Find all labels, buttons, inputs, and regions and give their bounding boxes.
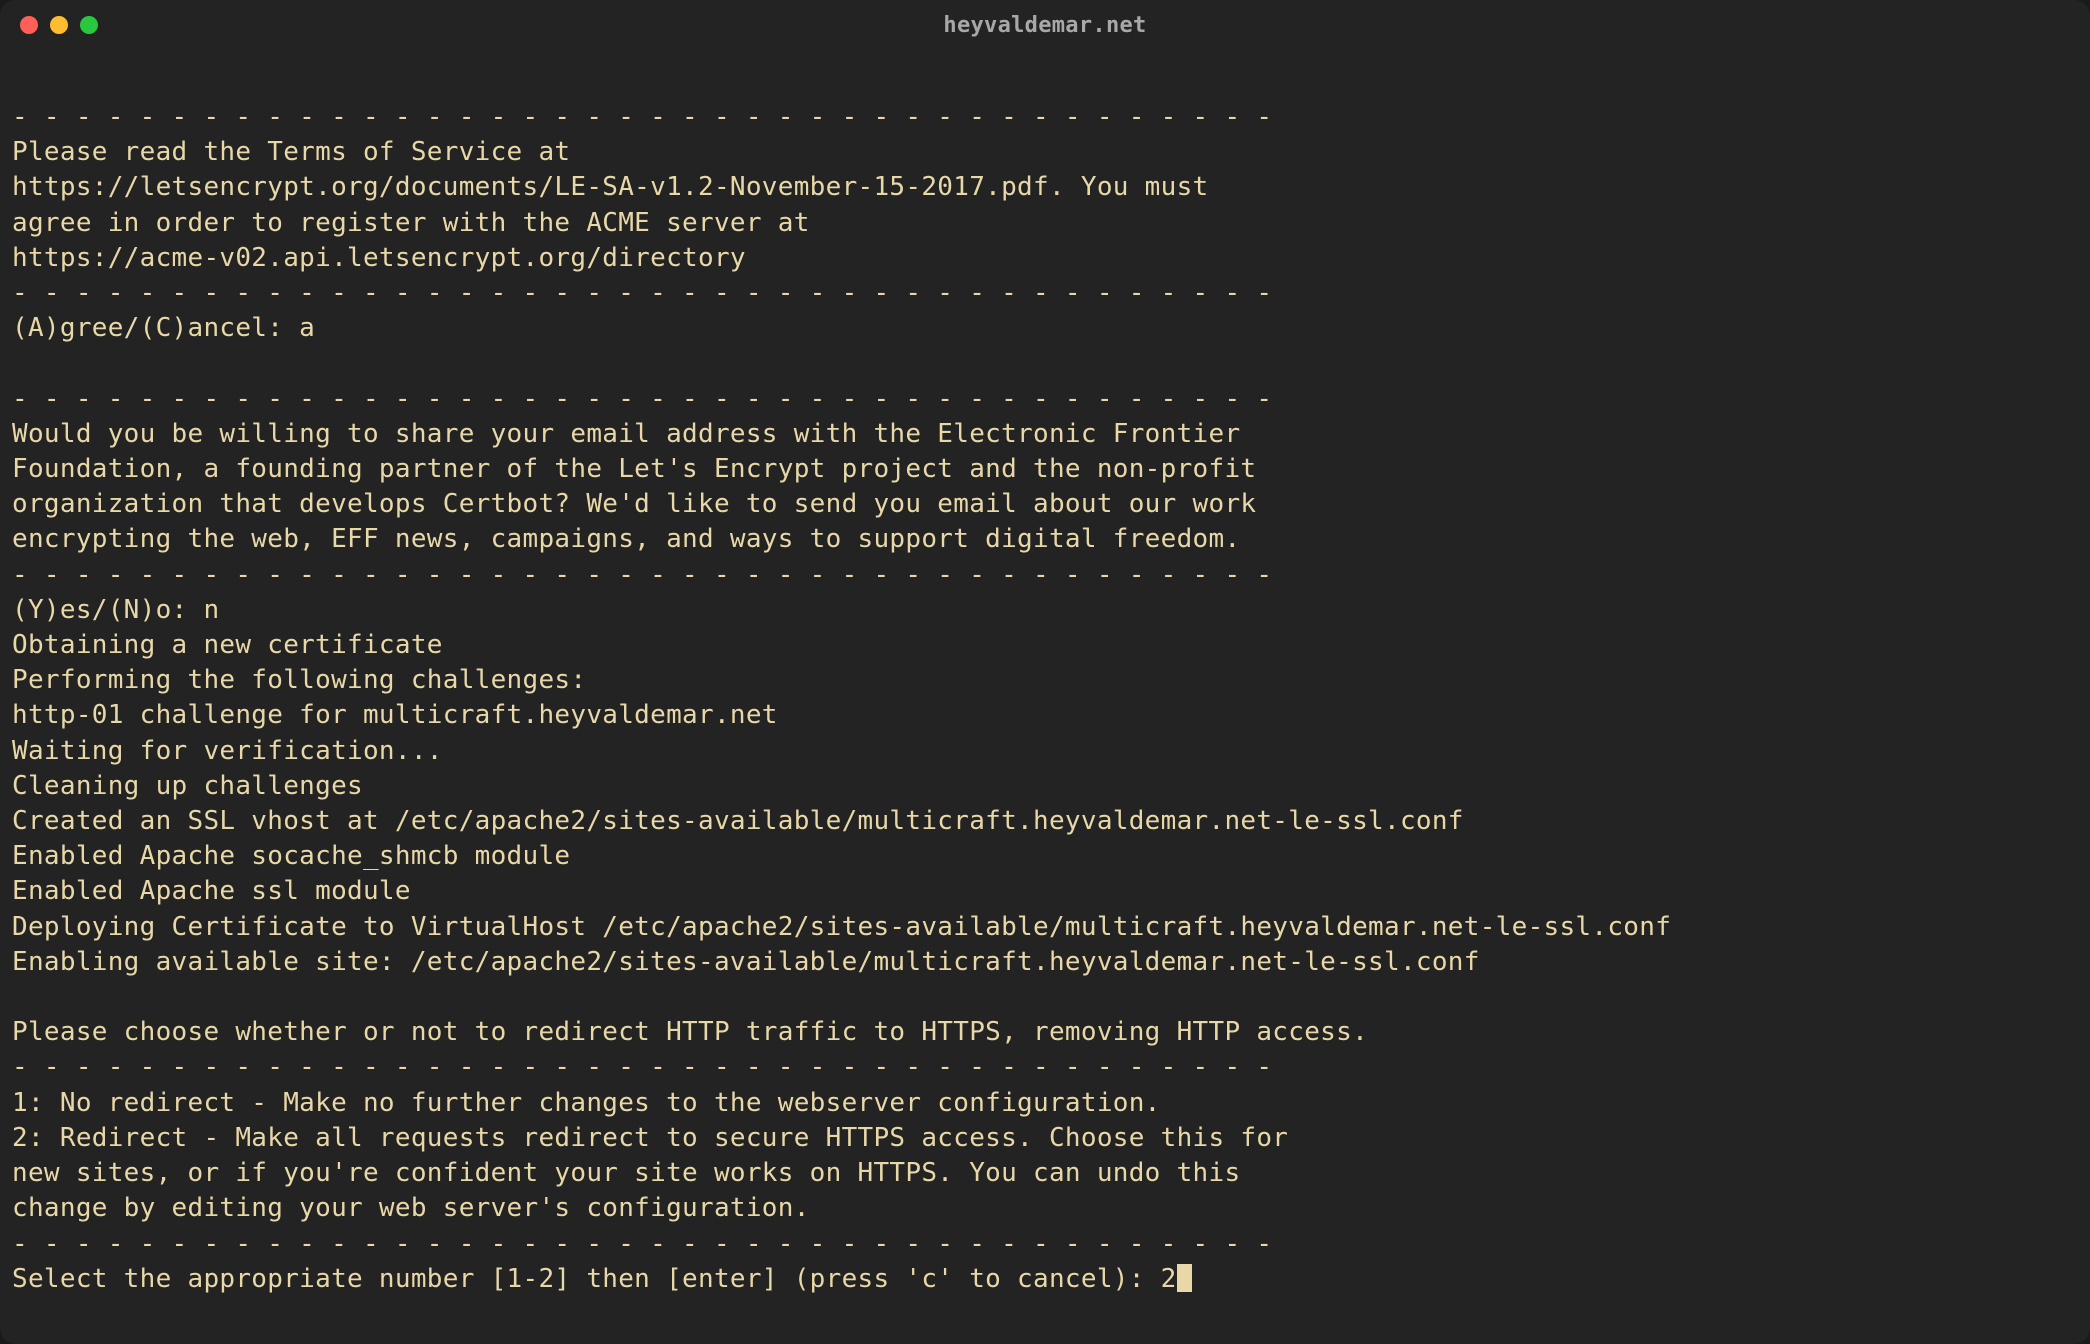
terminal-line: Please read the Terms of Service at [12,135,2078,170]
terminal-line: Would you be willing to share your email… [12,417,2078,452]
terminal-line: Cleaning up challenges [12,769,2078,804]
cursor [1177,1264,1192,1292]
terminal-line: Enabled Apache socache_shmcb module [12,839,2078,874]
terminal-line: Please choose whether or not to redirect… [12,1015,2078,1050]
terminal-line: Created an SSL vhost at /etc/apache2/sit… [12,804,2078,839]
window-title: heyvaldemar.net [943,13,1146,38]
titlebar: heyvaldemar.net [0,0,2090,50]
terminal-line: Enabling available site: /etc/apache2/si… [12,945,2078,980]
terminal-line: Foundation, a founding partner of the Le… [12,452,2078,487]
terminal-line: (Y)es/(N)o: n [12,593,2078,628]
terminal-line: Deploying Certificate to VirtualHost /et… [12,910,2078,945]
terminal-prompt-line: Select the appropriate number [1-2] then… [12,1262,2078,1297]
terminal-line: - - - - - - - - - - - - - - - - - - - - … [12,100,2078,135]
terminal-line: (A)gree/(C)ancel: a [12,311,2078,346]
terminal-line: change by editing your web server's conf… [12,1191,2078,1226]
terminal-line: - - - - - - - - - - - - - - - - - - - - … [12,382,2078,417]
terminal-line: http-01 challenge for multicraft.heyvald… [12,698,2078,733]
traffic-lights [20,16,98,34]
close-button[interactable] [20,16,38,34]
terminal-line: - - - - - - - - - - - - - - - - - - - - … [12,1050,2078,1085]
terminal-line: - - - - - - - - - - - - - - - - - - - - … [12,1227,2078,1262]
terminal-line: Waiting for verification... [12,734,2078,769]
terminal-line [12,980,2078,1015]
terminal-line: 1: No redirect - Make no further changes… [12,1086,2078,1121]
terminal-output: - - - - - - - - - - - - - - - - - - - - … [12,100,2078,1262]
terminal-line: organization that develops Certbot? We'd… [12,487,2078,522]
terminal-line: agree in order to register with the ACME… [12,206,2078,241]
terminal-line: Obtaining a new certificate [12,628,2078,663]
terminal-line [12,346,2078,381]
maximize-button[interactable] [80,16,98,34]
minimize-button[interactable] [50,16,68,34]
terminal-line: https://acme-v02.api.letsencrypt.org/dir… [12,241,2078,276]
terminal-line: https://letsencrypt.org/documents/LE-SA-… [12,170,2078,205]
terminal-content[interactable]: - - - - - - - - - - - - - - - - - - - - … [0,50,2090,1344]
terminal-line: Performing the following challenges: [12,663,2078,698]
terminal-line: encrypting the web, EFF news, campaigns,… [12,522,2078,557]
terminal-window: heyvaldemar.net - - - - - - - - - - - - … [0,0,2090,1344]
prompt-text: Select the appropriate number [1-2] then… [12,1264,1177,1294]
terminal-line: - - - - - - - - - - - - - - - - - - - - … [12,558,2078,593]
terminal-line: - - - - - - - - - - - - - - - - - - - - … [12,276,2078,311]
terminal-line: 2: Redirect - Make all requests redirect… [12,1121,2078,1156]
terminal-line: new sites, or if you're confident your s… [12,1156,2078,1191]
terminal-line: Enabled Apache ssl module [12,874,2078,909]
